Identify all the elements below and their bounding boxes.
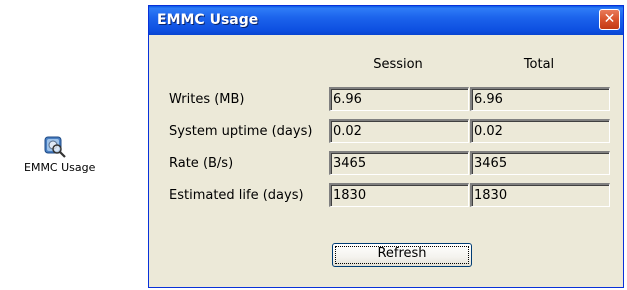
window-title: EMMC Usage — [157, 12, 259, 28]
writes-session-field[interactable]: 6.96 — [329, 87, 469, 111]
label-system-uptime: System uptime (days) — [169, 124, 313, 139]
desktop-icon-label: EMMC Usage — [24, 161, 96, 174]
life-session-field[interactable]: 1830 — [329, 183, 469, 207]
label-writes: Writes (MB) — [169, 92, 245, 107]
emmc-usage-window: EMMC Usage ✕ Session Total Writes (MB) 6… — [148, 5, 624, 288]
close-button[interactable]: ✕ — [599, 9, 620, 30]
rate-total-field[interactable]: 3465 — [470, 151, 610, 175]
life-total-field[interactable]: 1830 — [470, 183, 610, 207]
column-header-total: Total — [523, 57, 555, 72]
label-estimated-life: Estimated life (days) — [169, 188, 304, 203]
close-icon: ✕ — [603, 11, 616, 27]
desktop-icon-emmc-usage[interactable]: EMMC Usage — [24, 136, 96, 174]
column-header-session: Session — [373, 57, 423, 72]
writes-total-field[interactable]: 6.96 — [470, 87, 610, 111]
dialog-content: Session Total Writes (MB) 6.96 6.96 Syst… — [149, 35, 623, 287]
rate-session-field[interactable]: 3465 — [329, 151, 469, 175]
label-rate: Rate (B/s) — [169, 156, 234, 171]
title-bar[interactable]: EMMC Usage ✕ — [149, 6, 623, 35]
refresh-button[interactable]: Refresh — [332, 243, 472, 267]
disk-magnifier-icon — [44, 136, 66, 158]
uptime-total-field[interactable]: 0.02 — [470, 119, 610, 143]
uptime-session-field[interactable]: 0.02 — [329, 119, 469, 143]
